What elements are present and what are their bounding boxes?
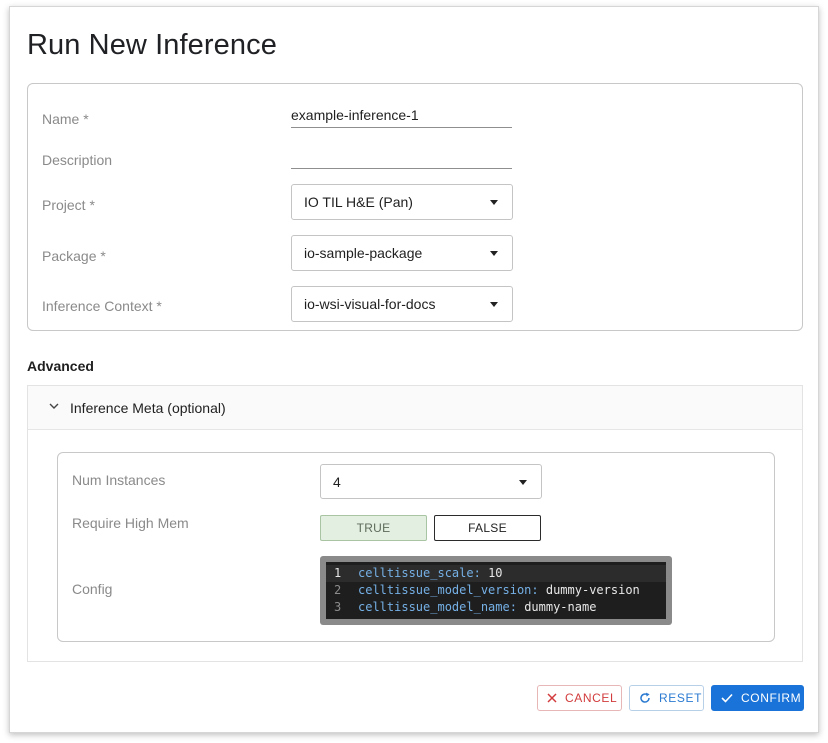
config-key: celltissue_model_version: xyxy=(358,583,539,597)
config-value: 10 xyxy=(488,566,503,580)
config-editor-frame: 1 celltissue_scale: 10 2 celltissue_mode… xyxy=(320,556,672,625)
cancel-button-label: CANCEL xyxy=(565,691,618,705)
caret-down-icon xyxy=(519,480,527,485)
refresh-icon xyxy=(640,692,650,703)
project-label: Project * xyxy=(42,197,95,213)
caret-down-icon xyxy=(490,302,498,307)
config-key: celltissue_model_name: xyxy=(358,600,517,614)
chevron-down-icon xyxy=(49,403,59,409)
dialog-title: Run New Inference xyxy=(27,29,277,61)
config-editor[interactable]: 1 celltissue_scale: 10 2 celltissue_mode… xyxy=(326,562,666,619)
code-line: 3 celltissue_model_name: dummy-name xyxy=(326,599,666,616)
line-number: 2 xyxy=(334,583,342,597)
config-value: dummy-name xyxy=(524,600,597,614)
caret-down-icon xyxy=(490,251,498,256)
line-number: 3 xyxy=(334,600,342,614)
project-select[interactable]: IO TIL H&E (Pan) xyxy=(291,184,513,220)
inference-context-select[interactable]: io-wsi-visual-for-docs xyxy=(291,286,513,322)
reset-button[interactable]: RESET xyxy=(629,685,704,711)
require-high-mem-label: Require High Mem xyxy=(72,515,189,531)
check-icon xyxy=(721,693,733,703)
name-label: Name * xyxy=(42,111,89,127)
require-high-mem-false-toggle[interactable]: FALSE xyxy=(434,515,541,541)
reset-button-label: RESET xyxy=(659,691,703,705)
run-inference-dialog: Run New Inference Name * Description Pro… xyxy=(9,6,819,733)
cancel-button[interactable]: CANCEL xyxy=(537,685,622,711)
close-icon xyxy=(547,693,557,703)
description-input[interactable] xyxy=(291,143,512,169)
config-label: Config xyxy=(72,581,113,597)
config-value: dummy-version xyxy=(545,583,640,597)
inference-context-select-value: io-wsi-visual-for-docs xyxy=(304,296,436,312)
description-label: Description xyxy=(42,152,113,168)
num-instances-label: Num Instances xyxy=(72,472,166,488)
project-select-value: IO TIL H&E (Pan) xyxy=(304,194,413,210)
confirm-button[interactable]: CONFIRM xyxy=(711,685,804,711)
config-key: celltissue_scale: xyxy=(358,566,481,580)
code-line: 1 celltissue_scale: 10 xyxy=(326,565,666,582)
line-number: 1 xyxy=(334,566,342,580)
inference-meta-accordion-title: Inference Meta (optional) xyxy=(70,400,226,416)
num-instances-select[interactable]: 4 xyxy=(320,464,542,499)
name-input[interactable] xyxy=(291,102,512,128)
inference-meta-panel: Num Instances 4 Require High Mem TRUE FA… xyxy=(57,452,775,642)
package-select[interactable]: io-sample-package xyxy=(291,235,513,271)
code-line: 2 celltissue_model_version: dummy-versio… xyxy=(326,582,666,599)
inference-meta-accordion: Inference Meta (optional) Num Instances … xyxy=(27,385,803,662)
package-select-value: io-sample-package xyxy=(304,245,423,261)
inference-meta-accordion-header[interactable]: Inference Meta (optional) xyxy=(28,386,802,430)
num-instances-select-value: 4 xyxy=(333,474,341,490)
require-high-mem-true-toggle[interactable]: TRUE xyxy=(320,515,427,541)
package-label: Package * xyxy=(42,248,106,264)
inference-form: Name * Description Project * IO TIL H&E … xyxy=(27,83,803,331)
inference-context-label: Inference Context * xyxy=(42,298,162,314)
caret-down-icon xyxy=(490,200,498,205)
advanced-heading: Advanced xyxy=(27,358,94,374)
confirm-button-label: CONFIRM xyxy=(741,691,802,705)
